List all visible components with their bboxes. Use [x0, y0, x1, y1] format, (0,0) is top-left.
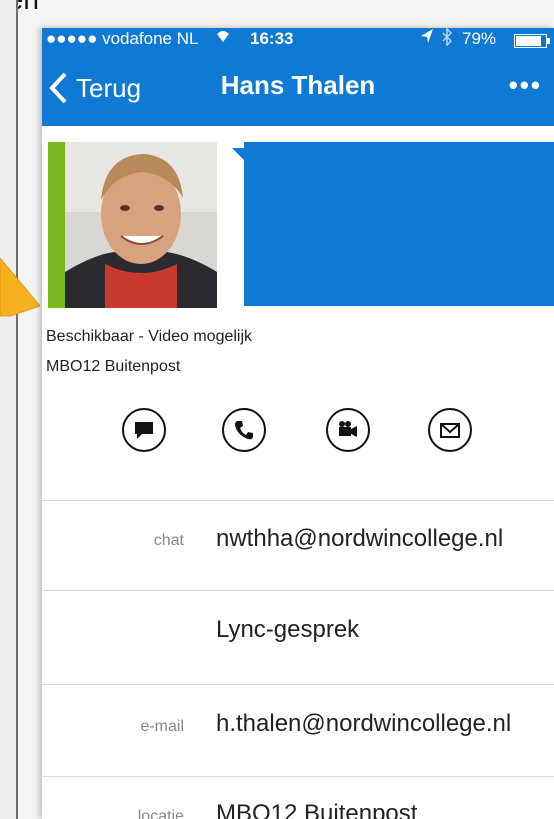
- location-icon: [420, 28, 434, 50]
- avatar-portrait: [65, 142, 217, 308]
- email-button[interactable]: [428, 408, 472, 452]
- detail-key-email: e-mail: [140, 718, 184, 735]
- action-bar: [42, 408, 554, 458]
- carrier-label: ●●●●● vodafone NL: [46, 29, 199, 48]
- chat-icon: [135, 422, 153, 439]
- phone-icon: [235, 421, 253, 440]
- contact-location: MBO12 Buitenpost: [46, 358, 181, 375]
- chat-button[interactable]: [122, 408, 166, 452]
- detail-key-chat: chat: [153, 532, 184, 549]
- divider: [42, 590, 554, 591]
- wifi-icon: [214, 28, 232, 50]
- chat-address-link[interactable]: nwthha@nordwincollege.nl: [216, 525, 503, 553]
- avatar[interactable]: [65, 142, 217, 308]
- divider: [42, 776, 554, 777]
- note-bubble: [244, 142, 554, 306]
- contact-photo-area: [48, 142, 217, 308]
- slide-left-edge: [0, 0, 18, 819]
- clock: 16:33: [250, 29, 294, 48]
- mail-icon: [440, 423, 460, 438]
- availability-status: Beschikbaar - Video mogelijk: [46, 328, 253, 345]
- battery-percent: 79%: [462, 29, 497, 48]
- video-button[interactable]: [326, 408, 370, 452]
- bubble-tail: [232, 148, 244, 160]
- bluetooth-icon: [442, 28, 453, 52]
- call-button[interactable]: [222, 408, 266, 452]
- video-icon: [339, 421, 357, 437]
- lync-call-link[interactable]: Lync-gesprek: [216, 616, 359, 644]
- presence-indicator: [48, 142, 65, 308]
- email-address-link[interactable]: h.thalen@nordwincollege.nl: [216, 710, 511, 738]
- divider: [42, 684, 554, 685]
- divider: [42, 500, 554, 501]
- page-title: Hans Thalen: [220, 70, 376, 100]
- slide-heading-fragment: ten: [0, 0, 554, 15]
- location-link[interactable]: MBO12 Buitenpost: [216, 800, 417, 819]
- phone-screen: ●●●●● vodafone NL 16:33 79% Terug Hans T…: [42, 28, 554, 819]
- status-bar: ●●●●● vodafone NL 16:33 79%: [42, 28, 554, 50]
- nav-bar: Terug Hans Thalen •••: [42, 50, 554, 126]
- pointer-arrow-icon: [0, 258, 40, 317]
- more-options-button[interactable]: •••: [509, 70, 542, 101]
- detail-key-location: locatie: [137, 808, 184, 819]
